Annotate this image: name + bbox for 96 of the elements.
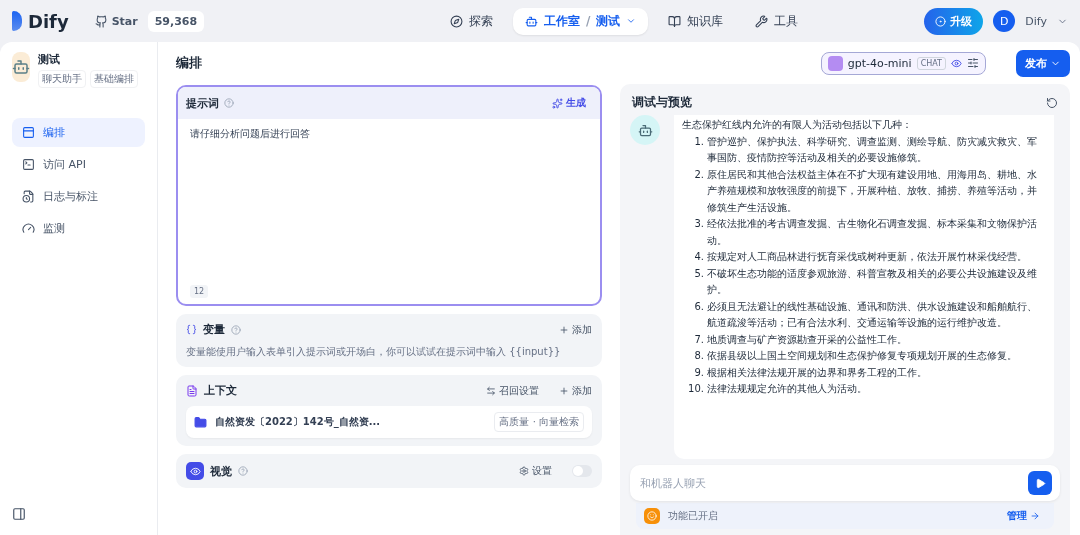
- add-button[interactable]: 添加: [545, 383, 592, 398]
- list-number: 10.: [687, 382, 704, 396]
- features-icon: [644, 508, 660, 524]
- settings-icon: [519, 466, 529, 476]
- upgrade-icon: [935, 15, 947, 27]
- list-item-text: 管护巡护、保护执法、科学研究、调查监测、测绘导航、防灾减灾救灾、军事国防、疫情防控等活动及相关的必要设施修筑。: [707, 134, 1038, 165]
- document-icon: [186, 384, 198, 397]
- send-button[interactable]: [1028, 471, 1052, 495]
- folder-icon: [194, 415, 207, 429]
- sidebar-item[interactable]: 监测: [12, 214, 145, 243]
- retrieval-settings-button[interactable]: 召回设置: [472, 383, 539, 398]
- model-badge: CHAT: [916, 56, 946, 70]
- settings-icon[interactable]: [967, 57, 979, 69]
- list-number: 9.: [693, 365, 704, 380]
- list-item-text: 原住居民和其他合法权益主体在不扩大现有建设用地、用海用岛、耕地、水产养殖规模和放牧强度的前提下，开展种植、放牧、捕捞、养殖等活动，并修筑生产生活设施。: [707, 167, 1038, 215]
- retrieval-tag: 高质量 · 向量检索: [494, 412, 584, 432]
- list-item-text: 必须且无法避让的线性基础设施、通讯和防洪、供水设施建设和船舶航行、航道疏浚等活动；已有合法水利、交通运输等设施的运行维护改造。: [707, 299, 1038, 330]
- nav-tab[interactable]: 工具: [743, 7, 811, 35]
- list-item-text: 法律法规规定允许的其他人为活动。: [707, 382, 867, 396]
- sparkle-icon: [552, 97, 563, 109]
- sidebar-item[interactable]: 日志与标注: [12, 182, 145, 211]
- list-number: 2.: [693, 167, 704, 182]
- help-icon: [231, 324, 241, 335]
- sidebar-item[interactable]: 访问 API: [12, 150, 145, 179]
- help-icon: [224, 98, 234, 108]
- list-number: 7.: [693, 332, 704, 347]
- panel-title: 调试与预览: [632, 94, 693, 111]
- github-star-link[interactable]: Star: [94, 14, 138, 28]
- list-number: 3.: [693, 217, 704, 231]
- variable-icon: [186, 324, 197, 335]
- wrench-icon: [755, 14, 769, 28]
- section-title: 上下文: [204, 383, 237, 398]
- list-item-text: 按规定对人工商品林进行抚育采伐或树种更新，依法开展竹林采伐经营。: [707, 250, 1027, 264]
- app-name: 测试: [38, 52, 61, 67]
- plus-icon: [559, 385, 569, 396]
- nav-tab[interactable]: 工作室 / 测试: [513, 7, 649, 35]
- list-item-text: 地质调查与矿产资源勘查开采的公益性工作。: [707, 332, 907, 347]
- chevron-icon: [626, 16, 637, 26]
- swap-icon: [486, 385, 496, 396]
- help-icon: [238, 466, 248, 476]
- collapse-sidebar-icon[interactable]: [12, 507, 26, 521]
- model-selector[interactable]: gpt-4o-mini CHAT: [820, 51, 986, 75]
- chat-input[interactable]: 和机器人聊天: [630, 465, 1060, 501]
- robot-icon: [525, 14, 539, 28]
- send-icon: [1034, 477, 1046, 489]
- star-count: 59,368: [147, 10, 205, 32]
- features-status: 功能已开启: [668, 509, 719, 523]
- gauge-icon: [22, 222, 35, 235]
- nav-tab[interactable]: 知识库: [656, 7, 736, 35]
- publish-button[interactable]: 发布: [1016, 49, 1070, 77]
- char-count: 12: [190, 285, 209, 298]
- section-title: 视觉: [210, 463, 232, 479]
- logo-icon: [12, 11, 22, 31]
- layout-icon: [22, 126, 35, 139]
- knowledge-item[interactable]: 自然资发〔2022〕142号_自然资... 高质量 · 向量检索: [186, 406, 592, 438]
- app-tag: 基础编排: [90, 70, 138, 88]
- arrow-icon: [1030, 511, 1040, 521]
- vision-toggle[interactable]: [572, 465, 592, 477]
- brand-name: Dify: [28, 10, 69, 32]
- app-tag: 聊天助手: [38, 70, 86, 88]
- upgrade-button[interactable]: 升级: [924, 7, 984, 35]
- compass-icon: [450, 14, 464, 28]
- vision-settings-button[interactable]: 设置: [505, 464, 552, 478]
- list-number: 8.: [693, 349, 704, 363]
- prompt-text[interactable]: 请仔细分析问题后进行回答: [178, 119, 600, 285]
- manage-link[interactable]: 管理: [1001, 508, 1046, 524]
- plus-icon: [559, 324, 569, 335]
- model-icon: [827, 55, 843, 71]
- answer-intro: 生态保护红线内允许的有限人为活动包括以下几种：: [682, 118, 913, 132]
- section-title: 提示词: [186, 95, 219, 111]
- log-icon: [22, 190, 35, 203]
- refresh-icon[interactable]: [1046, 96, 1058, 109]
- eye-icon: [186, 462, 204, 480]
- list-item-text: 不破坏生态功能的适度参观旅游、科普宣教及相关的必要公共设施建设及维护。: [707, 266, 1038, 297]
- list-item-text: 经依法批准的考古调查发掘、古生物化石调查发掘、标本采集和文物保护活动。: [707, 217, 1038, 248]
- user-name[interactable]: Dify: [1025, 14, 1047, 28]
- book-icon: [668, 14, 682, 28]
- list-number: 1.: [693, 134, 704, 149]
- eye-icon: [951, 57, 962, 69]
- section-title: 变量: [203, 322, 225, 337]
- list-item-text: 依据县级以上国土空间规划和生态保护修复专项规划开展的生态修复。: [707, 349, 1017, 363]
- user-avatar[interactable]: D: [993, 10, 1016, 32]
- list-item-text: 根据相关法律法规开展的边界和界务工程的工作。: [707, 365, 927, 380]
- list-number: 5.: [693, 266, 704, 281]
- generate-button[interactable]: 生成: [546, 95, 592, 111]
- terminal-icon: [22, 158, 35, 171]
- list-number: 6.: [693, 299, 704, 314]
- page-title: 编排: [176, 54, 203, 72]
- bot-avatar: [630, 115, 660, 145]
- list-number: 4.: [693, 250, 704, 264]
- variables-hint: 变量能使用户输入表单引入提示词或开场白，你可以试试在提示词中输入 {{input}}: [186, 345, 562, 359]
- github-icon: [94, 14, 108, 28]
- app-icon: [12, 52, 30, 82]
- add-button[interactable]: 添加: [545, 322, 592, 337]
- nav-tab[interactable]: 探索: [438, 7, 506, 35]
- sidebar-item[interactable]: 编排: [12, 118, 145, 147]
